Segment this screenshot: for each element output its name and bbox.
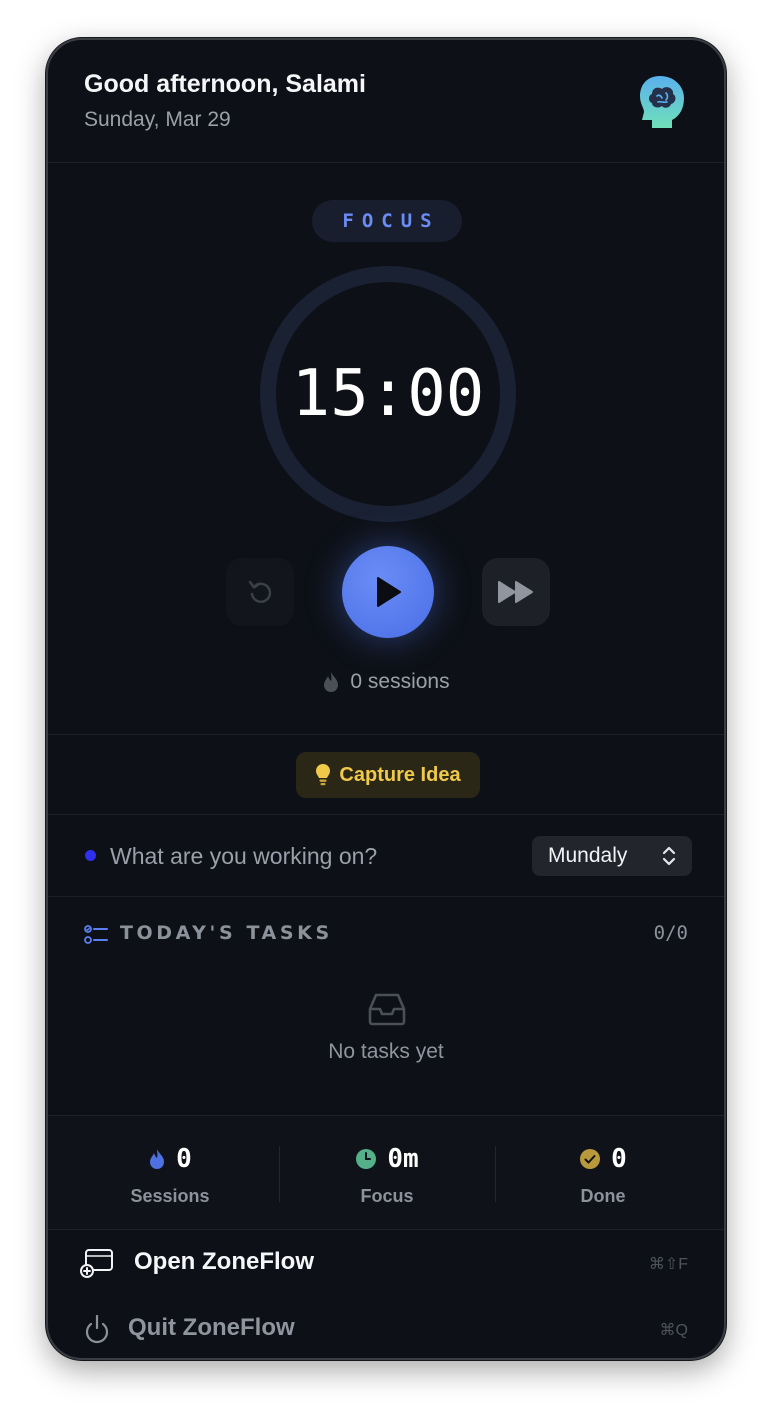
capture-idea-button[interactable]: Capture Idea [296, 752, 480, 798]
open-zoneflow-menu-item[interactable]: Open ZoneFlow ⌘⇧F [48, 1234, 724, 1292]
lightbulb-icon [316, 764, 331, 786]
stats-bar: 0 Sessions 0m Focus 0 Done [48, 1116, 724, 1230]
quit-zoneflow-label: Quit ZoneFlow [128, 1314, 295, 1341]
empty-tasks-text: No tasks yet [328, 1040, 444, 1063]
check-circle-icon [580, 1149, 601, 1169]
open-zoneflow-label: Open ZoneFlow [134, 1248, 314, 1275]
tasks-count: 0/0 [653, 922, 688, 944]
open-zoneflow-shortcut: ⌘⇧F [648, 1256, 688, 1273]
timer-display: 15:00 [291, 357, 485, 431]
session-count-label: 0 sessions [350, 670, 450, 693]
greeting-text: Good afternoon, Salami [84, 70, 366, 98]
stat-focus: 0m Focus [279, 1116, 495, 1230]
inbox-icon [368, 993, 406, 1026]
skip-button[interactable] [482, 558, 550, 626]
stat-focus-label: Focus [360, 1186, 414, 1206]
stat-done: 0 Done [495, 1116, 711, 1230]
stat-focus-value: 0m [387, 1144, 419, 1174]
stat-sessions: 0 Sessions [62, 1116, 278, 1230]
brain-icon[interactable] [638, 74, 686, 130]
quit-zoneflow-shortcut: ⌘Q [659, 1322, 688, 1339]
zoneflow-popover: Good afternoon, Salami Sunday, Mar 29 FO… [46, 38, 726, 1360]
chevron-up-down-icon [662, 846, 676, 866]
flame-icon [150, 1149, 165, 1169]
mode-badge: FOCUS [312, 200, 462, 242]
open-window-icon [80, 1249, 113, 1278]
power-icon [85, 1314, 109, 1344]
reset-icon [248, 580, 272, 603]
stat-done-label: Done [580, 1186, 626, 1206]
project-select-value: Mundaly [548, 844, 628, 867]
checklist-icon [84, 925, 108, 944]
clock-icon [356, 1149, 377, 1169]
task-input[interactable] [110, 838, 510, 874]
session-counter: 0 sessions [48, 670, 724, 694]
header-divider [48, 162, 724, 163]
stat-done-value: 0 [611, 1144, 627, 1174]
project-select[interactable]: Mundaly [532, 836, 692, 876]
focus-divider [48, 734, 724, 735]
play-button[interactable] [342, 546, 434, 638]
capture-divider [48, 814, 724, 815]
tasks-heading: TODAY'S TASKS [120, 922, 333, 944]
date-text: Sunday, Mar 29 [84, 108, 231, 131]
flame-icon [324, 672, 339, 692]
stat-sessions-value: 0 [176, 1144, 192, 1174]
work-divider [48, 896, 724, 897]
status-dot [85, 850, 96, 861]
fast-forward-icon [498, 581, 533, 603]
reset-button[interactable] [226, 558, 294, 626]
stats-bottom-divider [48, 1229, 724, 1230]
capture-idea-label: Capture Idea [339, 763, 461, 786]
play-icon [377, 577, 401, 607]
stat-sessions-label: Sessions [130, 1186, 210, 1206]
quit-zoneflow-menu-item[interactable]: Quit ZoneFlow ⌘Q [48, 1300, 724, 1358]
